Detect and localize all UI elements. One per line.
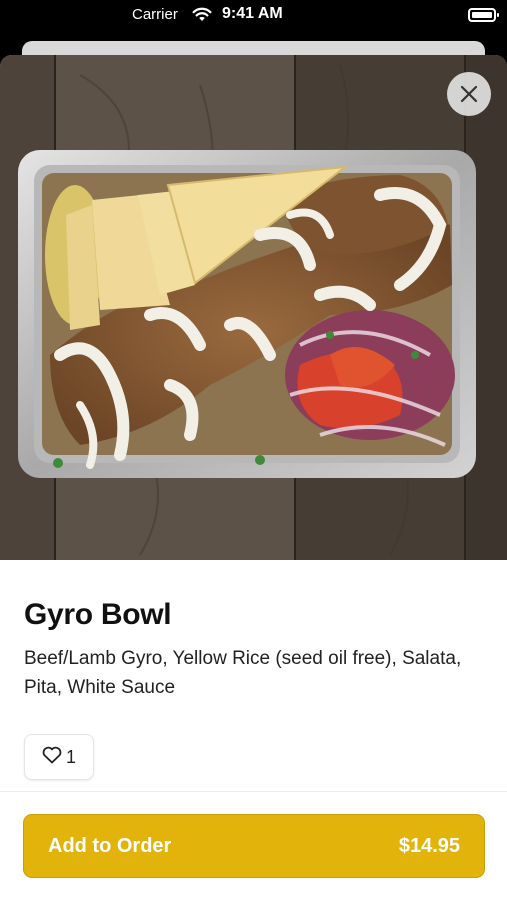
- battery-icon: [468, 8, 499, 22]
- wifi-icon: [192, 7, 212, 27]
- close-icon: [460, 85, 478, 103]
- like-button[interactable]: 1: [24, 734, 94, 780]
- add-to-order-button[interactable]: Add to Order $14.95: [23, 814, 485, 878]
- item-photo: [0, 55, 507, 560]
- like-count: 1: [65, 746, 76, 767]
- heart-icon: [42, 746, 62, 769]
- status-bar: Carrier 9:41 AM: [0, 0, 507, 30]
- item-description: Beef/Lamb Gyro, Yellow Rice (seed oil fr…: [24, 648, 462, 698]
- order-price: $14.95: [398, 834, 460, 857]
- close-button[interactable]: [447, 72, 491, 116]
- item-title: Gyro Bowl: [24, 598, 172, 631]
- add-to-order-label: Add to Order: [48, 834, 172, 857]
- divider: [0, 791, 507, 792]
- item-detail-sheet: Gyro Bowl Beef/Lamb Gyro, Yellow Rice (s…: [0, 55, 507, 900]
- status-time: 9:41 AM: [222, 5, 283, 22]
- carrier-label: Carrier: [132, 6, 178, 23]
